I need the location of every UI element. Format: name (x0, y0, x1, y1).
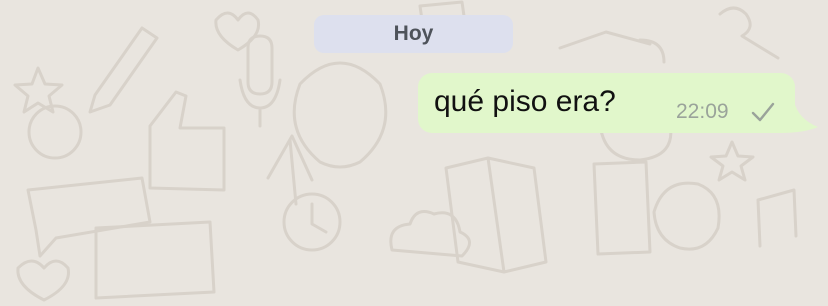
key-doodle (718, 6, 780, 60)
orange-doodle (27, 104, 83, 160)
clock-hands-doodle (310, 202, 328, 234)
pencil-doodle (88, 26, 159, 114)
bicycle-doodle (558, 30, 666, 64)
phone-doodle (592, 160, 652, 256)
outgoing-message-bubble[interactable]: qué piso era? 22:09 (418, 73, 795, 133)
message-text: qué piso era? (434, 85, 616, 118)
book-doodle (94, 220, 216, 300)
chat-doodle (26, 176, 152, 258)
message-time: 22:09 (676, 100, 729, 123)
monkey-doodle (292, 61, 388, 169)
bird-doodle (652, 181, 721, 251)
heart-doodle (214, 11, 261, 52)
date-separator: Hoy (314, 15, 513, 53)
star-doodle-right (709, 140, 755, 182)
music-doodle (756, 188, 798, 248)
heart-doodle-bottom (16, 259, 70, 302)
single-check-icon (751, 102, 775, 122)
thumbs-up-doodle (148, 90, 226, 192)
chat-view: Hoy qué piso era? 22:09 (0, 0, 828, 306)
microphone-doodle (238, 34, 282, 128)
